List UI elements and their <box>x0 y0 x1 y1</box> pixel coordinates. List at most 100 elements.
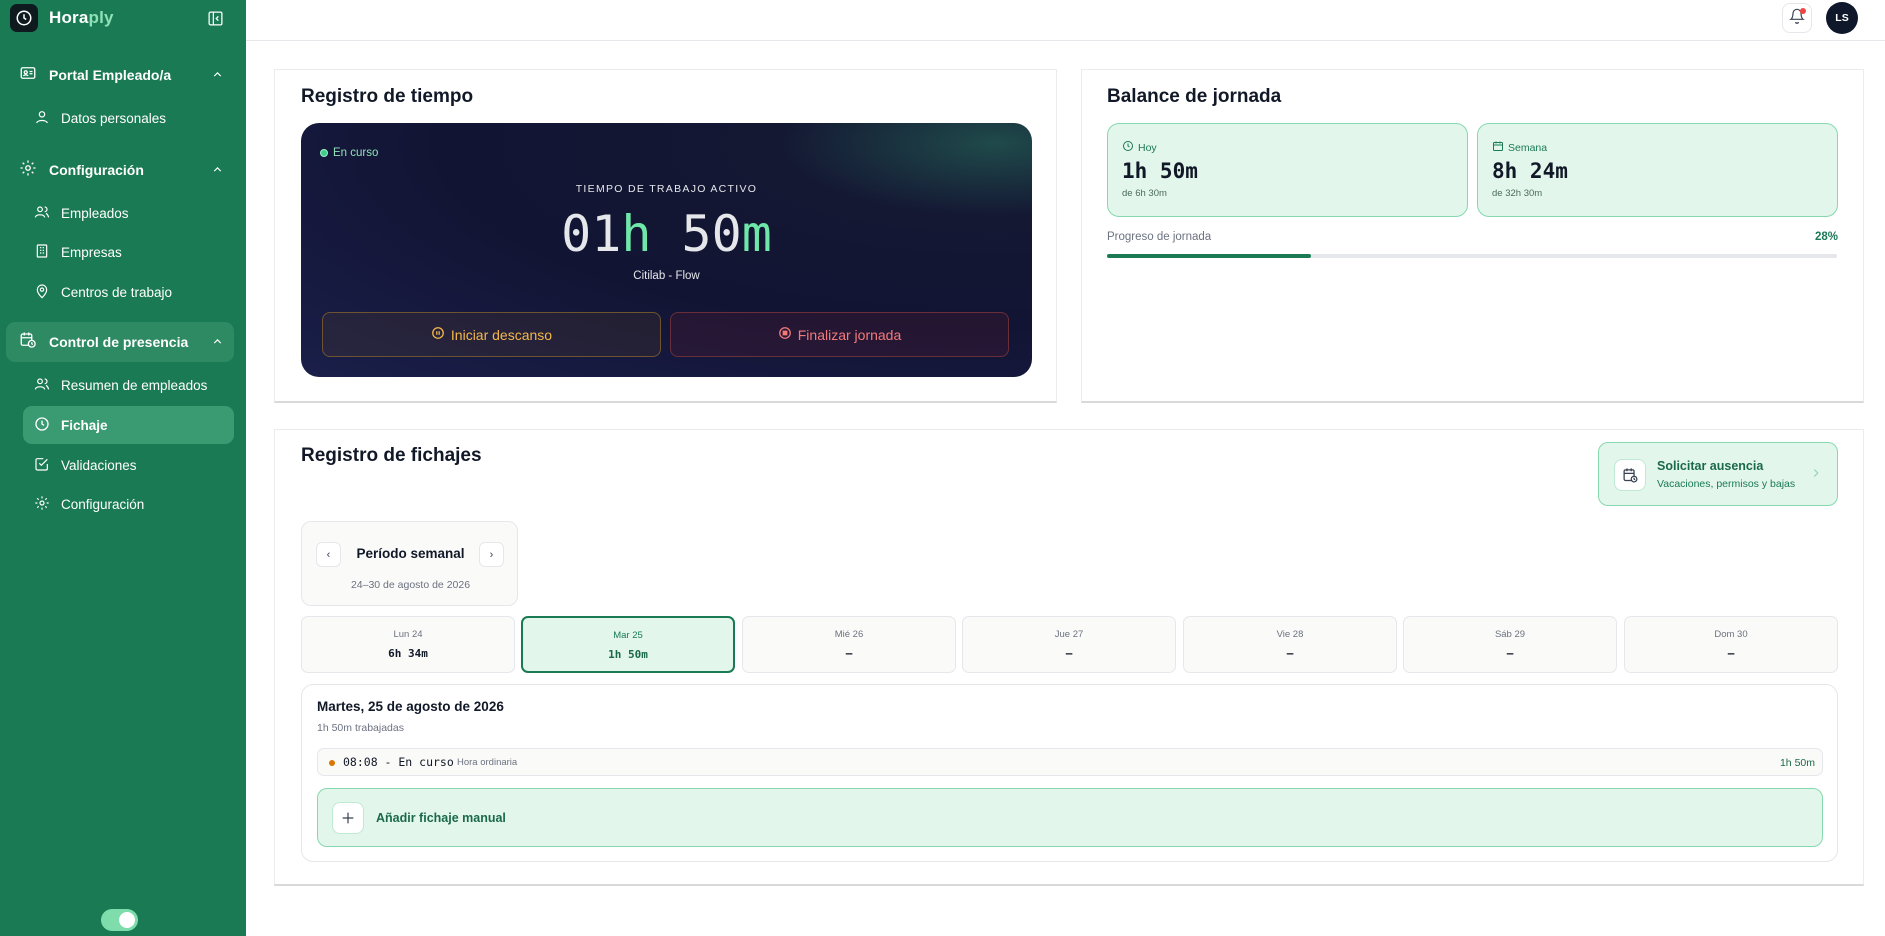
clock-icon <box>34 416 50 435</box>
day-card-dom[interactable]: Dom 30– <box>1624 616 1838 673</box>
sidebar-item-label: Datos personales <box>61 110 167 126</box>
entry-status-dot <box>329 760 335 766</box>
day-card-lun[interactable]: Lun 24 6h 34m <box>301 616 515 673</box>
day-detail-worked: 1h 50m trabajadas <box>317 722 404 734</box>
entry-type: Hora ordinaria <box>457 757 518 768</box>
chevron-up-icon <box>211 163 224 181</box>
calendar-clock-icon <box>19 331 37 354</box>
progress-label: Progreso de jornada <box>1107 231 1212 243</box>
add-manual-entry-label: Añadir fichaje manual <box>376 811 506 825</box>
balance-hoy-label: Hoy <box>1122 140 1157 155</box>
notification-dot <box>1800 8 1806 14</box>
pause-icon <box>431 326 451 343</box>
day-detail-date: Martes, 25 de agosto de 2026 <box>317 699 504 714</box>
registro-fichajes-card: Registro de fichajes Solicitar ausencia … <box>274 429 1864 886</box>
sidebar-item-label: Fichaje <box>61 417 108 433</box>
balance-semana-label: Semana <box>1492 140 1547 155</box>
building-icon <box>34 243 50 262</box>
sidebar-item-label: Empresas <box>61 244 122 260</box>
solicitar-ausencia-subtitle: Vacaciones, permisos y bajas <box>1657 478 1796 490</box>
toggle-knob <box>119 912 135 928</box>
sidebar-item-empresas[interactable]: Empresas <box>23 233 234 271</box>
calendar-icon <box>1492 140 1508 155</box>
progress-percent: 28% <box>1814 231 1838 243</box>
period-selector: ‹ Período semanal › 24–30 de agosto de 2… <box>301 521 518 606</box>
plus-icon <box>332 802 364 834</box>
map-pin-icon <box>34 283 50 302</box>
sidebar-group-configuracion[interactable]: Configuración <box>6 150 234 190</box>
gear-icon <box>34 495 50 514</box>
users-icon <box>34 376 50 395</box>
main-content: LS Registro de tiempo En curso TIEMPO DE… <box>246 0 1885 936</box>
iniciar-descanso-button[interactable]: Iniciar descanso <box>322 312 661 357</box>
solicitar-ausencia-title: Solicitar ausencia <box>1657 459 1764 473</box>
sidebar-item-label: Centros de trabajo <box>61 284 173 300</box>
sidebar-group-label: Configuración <box>49 162 144 178</box>
balance-semana: Semana 8h 24m de 32h 30m <box>1477 123 1838 217</box>
user-icon <box>34 109 50 128</box>
sidebar-item-fichaje[interactable]: Fichaje <box>23 406 234 444</box>
sidebar-item-configuracion-presencia[interactable]: Configuración <box>23 485 234 523</box>
balance-semana-value: 8h 24m <box>1492 159 1568 183</box>
sidebar-item-label: Validaciones <box>61 457 137 473</box>
topbar: LS <box>246 0 1885 41</box>
sidebar-item-datos-personales[interactable]: Datos personales <box>23 99 234 137</box>
day-card-jue[interactable]: Jue 27– <box>962 616 1176 673</box>
theme-toggle[interactable] <box>101 909 138 931</box>
sidebar-item-validaciones[interactable]: Validaciones <box>23 446 234 484</box>
clock-logo-icon <box>10 4 38 32</box>
calendar-clock-icon <box>1614 459 1646 491</box>
users-icon <box>34 204 50 223</box>
sidebar-collapse-icon[interactable] <box>206 9 224 27</box>
day-card-sab[interactable]: Sáb 29– <box>1403 616 1617 673</box>
add-manual-entry-button[interactable]: Añadir fichaje manual <box>317 788 1823 847</box>
sidebar-group-portal-empleado[interactable]: Portal Empleado/a <box>6 55 234 95</box>
sidebar-group-label: Portal Empleado/a <box>49 67 172 83</box>
balance-hoy-value: 1h 50m <box>1122 159 1198 183</box>
registro-tiempo-card: Registro de tiempo En curso TIEMPO DE TR… <box>274 69 1057 403</box>
balance-hoy: Hoy 1h 50m de 6h 30m <box>1107 123 1468 217</box>
day-detail-panel: Martes, 25 de agosto de 2026 1h 50m trab… <box>301 684 1838 862</box>
time-entry-row[interactable]: 08:08 - En curso Hora ordinaria 1h 50m <box>317 748 1823 776</box>
work-location: Citilab - Flow <box>633 270 700 282</box>
balance-jornada-card: Balance de jornada Hoy 1h 50m de 6h 30m … <box>1081 69 1864 403</box>
finalizar-jornada-button[interactable]: Finalizar jornada <box>670 312 1009 357</box>
avatar[interactable]: LS <box>1826 2 1858 34</box>
sidebar-item-label: Empleados <box>61 205 129 221</box>
id-card-icon <box>19 64 37 87</box>
status-badge: En curso <box>320 147 378 159</box>
status-dot <box>320 149 328 157</box>
sidebar: Horaply Portal Empleado/a Datos personal… <box>0 0 246 936</box>
gear-icon <box>19 159 37 182</box>
period-range: 24–30 de agosto de 2026 <box>350 579 471 591</box>
check-square-icon <box>34 456 50 475</box>
timer-value: 01h 50m <box>561 205 772 263</box>
sidebar-group-label: Control de presencia <box>49 334 189 350</box>
balance-hoy-target: de 6h 30m <box>1122 188 1167 199</box>
sidebar-item-centros-de-trabajo[interactable]: Centros de trabajo <box>23 273 234 311</box>
notifications-button[interactable] <box>1782 3 1812 33</box>
sidebar-item-label: Configuración <box>61 496 145 512</box>
timer-label: TIEMPO DE TRABAJO ACTIVO <box>575 183 758 195</box>
balance-title: Balance de jornada <box>1107 86 1282 107</box>
chevron-up-icon <box>211 68 224 86</box>
sidebar-item-label: Resumen de empleados <box>61 377 208 393</box>
registro-tiempo-title: Registro de tiempo <box>301 86 474 107</box>
sidebar-group-control-de-presencia[interactable]: Control de presencia <box>6 322 234 362</box>
chevron-right-icon <box>1809 466 1823 485</box>
entry-duration: 1h 50m <box>1779 757 1815 769</box>
day-card-mie[interactable]: Mié 26– <box>742 616 956 673</box>
solicitar-ausencia-button[interactable]: Solicitar ausencia Vacaciones, permisos … <box>1598 442 1838 506</box>
sidebar-item-empleados[interactable]: Empleados <box>23 194 234 232</box>
progress-bar <box>1107 254 1837 258</box>
sidebar-item-resumen-de-empleados[interactable]: Resumen de empleados <box>23 366 234 404</box>
progress-fill <box>1107 254 1312 258</box>
clock-icon <box>1122 140 1138 155</box>
registro-fichajes-title: Registro de fichajes <box>301 445 482 466</box>
day-card-vie[interactable]: Vie 28– <box>1183 616 1397 673</box>
stop-icon <box>778 326 798 343</box>
chevron-up-icon <box>211 335 224 353</box>
next-period-button[interactable]: › <box>479 542 504 567</box>
balance-semana-target: de 32h 30m <box>1492 188 1543 199</box>
day-card-mar[interactable]: Mar 25 1h 50m <box>521 616 735 673</box>
